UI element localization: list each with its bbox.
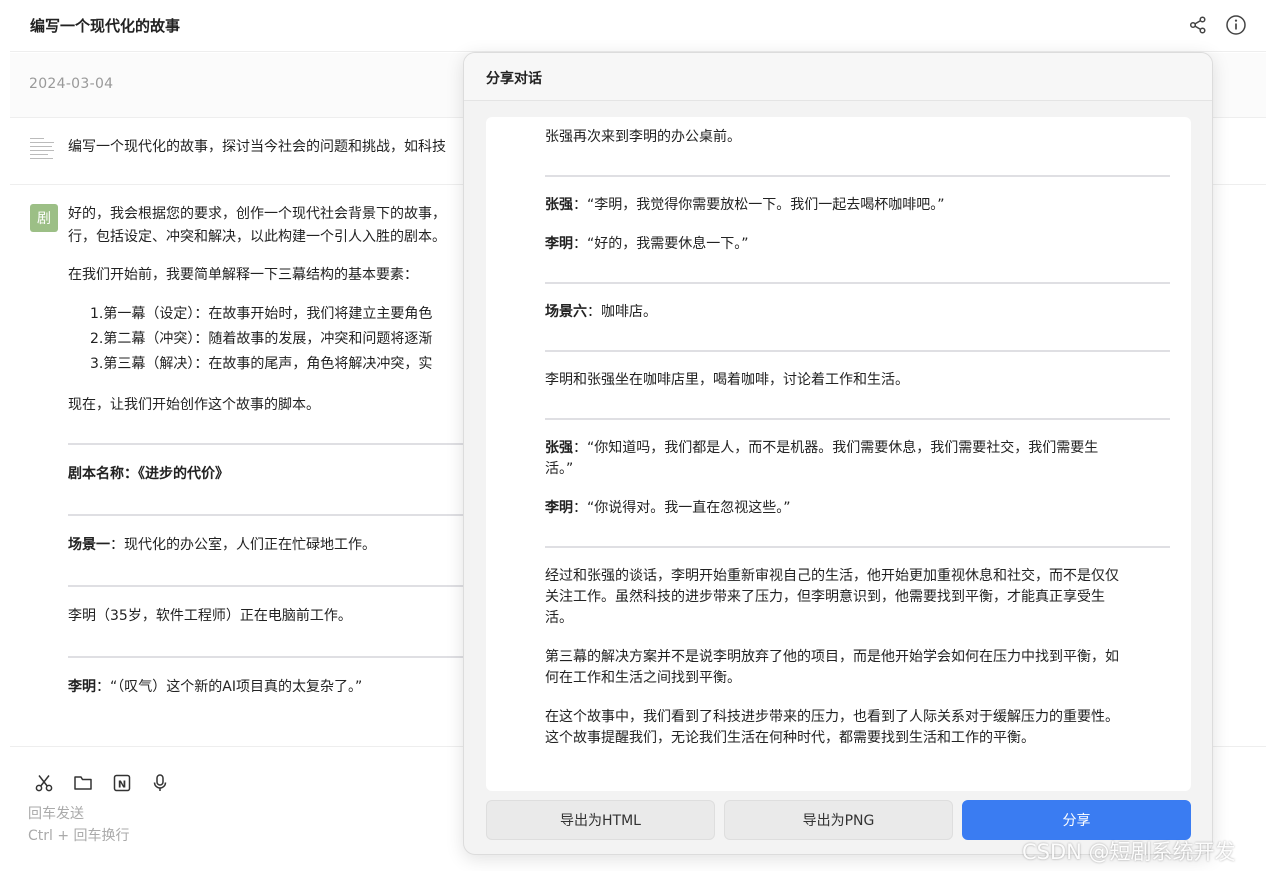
scene-text: ：现代化的办公室，人们正在忙碌地工作。	[110, 537, 376, 553]
response-paragraph: 在我们开始前，我要简单解释一下三幕结构的基本要素：	[68, 267, 418, 283]
dialog-preview-content[interactable]: 张强再次来到李明的办公桌前。 张强：“李明，我觉得你需要放松一下。我们一起去喝杯…	[486, 117, 1191, 791]
conversation-date: 2024-03-04	[29, 76, 114, 92]
list-item: 3.第三幕（解决）：在故事的尾声，角色将解决冲突，实	[90, 356, 433, 372]
export-png-button[interactable]: 导出为PNG	[724, 800, 953, 840]
scene-text: ：咖啡店。	[587, 304, 657, 320]
response-paragraph: 现在，让我们开始创作这个故事的脚本。	[68, 397, 320, 413]
document-thumbnail-icon	[30, 135, 54, 163]
dialog-title: 分享对话	[486, 71, 542, 87]
list-item: 1.第一幕（设定）：在故事开始时，我们将建立主要角色	[90, 306, 433, 322]
response-paragraph: 李明：“（叹气）这个新的AI项目真的太复杂了。”	[68, 676, 470, 699]
response-body: 好的，我会根据您的要求，创作一个现代社会背景下的故事， 行，包括设定、冲突和解决…	[68, 203, 470, 699]
preview-paragraph: 在这个故事中，我们看到了科技进步带来的压力，也看到了人际关系对于缓解压力的重要性…	[545, 709, 1119, 725]
microphone-icon[interactable]	[148, 771, 172, 795]
preview-paragraph: 活。”	[545, 461, 574, 477]
speaker-label: 张强	[545, 440, 573, 456]
folder-icon[interactable]	[71, 771, 95, 795]
user-prompt-text: 编写一个现代化的故事，探讨当今社会的问题和挑战，如科技	[68, 139, 446, 155]
speaker-label: 李明	[545, 236, 573, 252]
response-paragraph: 场景一：现代化的办公室，人们正在忙碌地工作。	[68, 534, 470, 557]
divider	[545, 546, 1170, 548]
preview-paragraph: 第三幕的解决方案并不是说李明放弃了他的项目，而是他开始学会如何在压力中找到平衡，…	[545, 649, 1119, 665]
notion-icon[interactable]: N	[110, 771, 134, 795]
preview-paragraph: 这个故事提醒我们，无论我们生活在何种时代，都需要找到生活和工作的平衡。	[545, 730, 1035, 746]
acts-list: 1.第一幕（设定）：在故事开始时，我们将建立主要角色 2.第二幕（冲突）：随着故…	[68, 302, 470, 377]
preview-paragraph: 张强：“李明，我觉得你需要放松一下。我们一起去喝杯咖啡吧。”	[545, 195, 1170, 216]
export-html-button[interactable]: 导出为HTML	[486, 800, 715, 840]
chat-title: 编写一个现代化的故事	[30, 17, 181, 35]
preview-paragraph: 经过和张强的谈话，李明开始重新审视自己的生活，他开始更加重视休息和社交，而不是仅…	[545, 568, 1119, 584]
divider	[545, 282, 1170, 284]
scissors-icon[interactable]	[32, 771, 56, 795]
chat-header: 编写一个现代化的故事	[10, 0, 1266, 52]
divider	[68, 656, 470, 658]
info-icon[interactable]	[1224, 13, 1248, 37]
divider	[545, 418, 1170, 420]
dialogue-text: ：“李明，我觉得你需要放松一下。我们一起去喝杯咖啡吧。”	[573, 197, 945, 213]
scene-label: 场景一	[68, 537, 110, 553]
speaker-label: 李明	[545, 500, 573, 516]
avatar: 剧	[30, 204, 58, 232]
divider	[68, 443, 470, 445]
send-hint: 回车发送	[28, 806, 84, 822]
preview-paragraph: 张强：“你知道吗，我们都是人，而不是机器。我们需要休息，我们需要社交，我们需要生	[545, 438, 1170, 459]
newline-hint: Ctrl + 回车换行	[28, 828, 130, 844]
share-dialog: 分享对话 张强再次来到李明的办公桌前。 张强：“李明，我觉得你需要放松一下。我们…	[463, 52, 1213, 855]
watermark: CSDN @短剧系统开发	[1022, 840, 1236, 864]
divider	[545, 350, 1170, 352]
preview-paragraph: 李明：“好的，我需要休息一下。”	[545, 234, 1170, 255]
dialogue-text: ：“你说得对。我一直在忽视这些。”	[573, 500, 791, 516]
divider	[545, 175, 1170, 177]
share-button[interactable]: 分享	[962, 800, 1191, 840]
dialogue-text: ：“好的，我需要休息一下。”	[573, 236, 749, 252]
preview-paragraph: 李明和张强坐在咖啡店里，喝着咖啡，讨论着工作和生活。	[545, 372, 909, 388]
dialog-header: 分享对话	[464, 53, 1212, 101]
preview-paragraph: 活。	[545, 610, 573, 626]
response-paragraph: 李明（35岁，软件工程师）正在电脑前工作。	[68, 608, 352, 624]
preview-paragraph: 关注工作。虽然科技的进步带来了压力，但李明意识到，他需要找到平衡，才能真正享受生	[545, 589, 1105, 605]
speaker-label: 李明	[68, 679, 96, 695]
preview-body: 张强再次来到李明的办公桌前。 张强：“李明，我觉得你需要放松一下。我们一起去喝杯…	[545, 127, 1170, 749]
response-intro-line: 行，包括设定、冲突和解决，以此构建一个引人入胜的剧本。	[68, 229, 446, 245]
list-item: 2.第二幕（冲突）：随着故事的发展，冲突和问题将逐渐	[90, 331, 433, 347]
scene-label: 场景六	[545, 304, 587, 320]
svg-text:N: N	[118, 779, 126, 790]
dialogue-text: ：“（叹气）这个新的AI项目真的太复杂了。”	[96, 679, 363, 695]
share-icon[interactable]	[1186, 13, 1210, 37]
assistant-response: 剧 好的，我会根据您的要求，创作一个现代社会背景下的故事， 行，包括设定、冲突和…	[10, 186, 470, 746]
preview-paragraph: 场景六：咖啡店。	[545, 302, 1170, 323]
preview-paragraph: 张强再次来到李明的办公桌前。	[545, 129, 741, 145]
speaker-label: 张强	[545, 197, 573, 213]
divider	[68, 514, 470, 516]
divider	[68, 585, 470, 587]
preview-paragraph: 何在工作和生活之间找到平衡。	[545, 670, 741, 686]
dialogue-text: ：“你知道吗，我们都是人，而不是机器。我们需要休息，我们需要社交，我们需要生	[573, 440, 1099, 456]
response-intro-line: 好的，我会根据您的要求，创作一个现代社会背景下的故事，	[68, 206, 446, 222]
script-name: 剧本名称：《进步的代价》	[68, 466, 229, 482]
preview-paragraph: 李明：“你说得对。我一直在忽视这些。”	[545, 498, 1170, 519]
